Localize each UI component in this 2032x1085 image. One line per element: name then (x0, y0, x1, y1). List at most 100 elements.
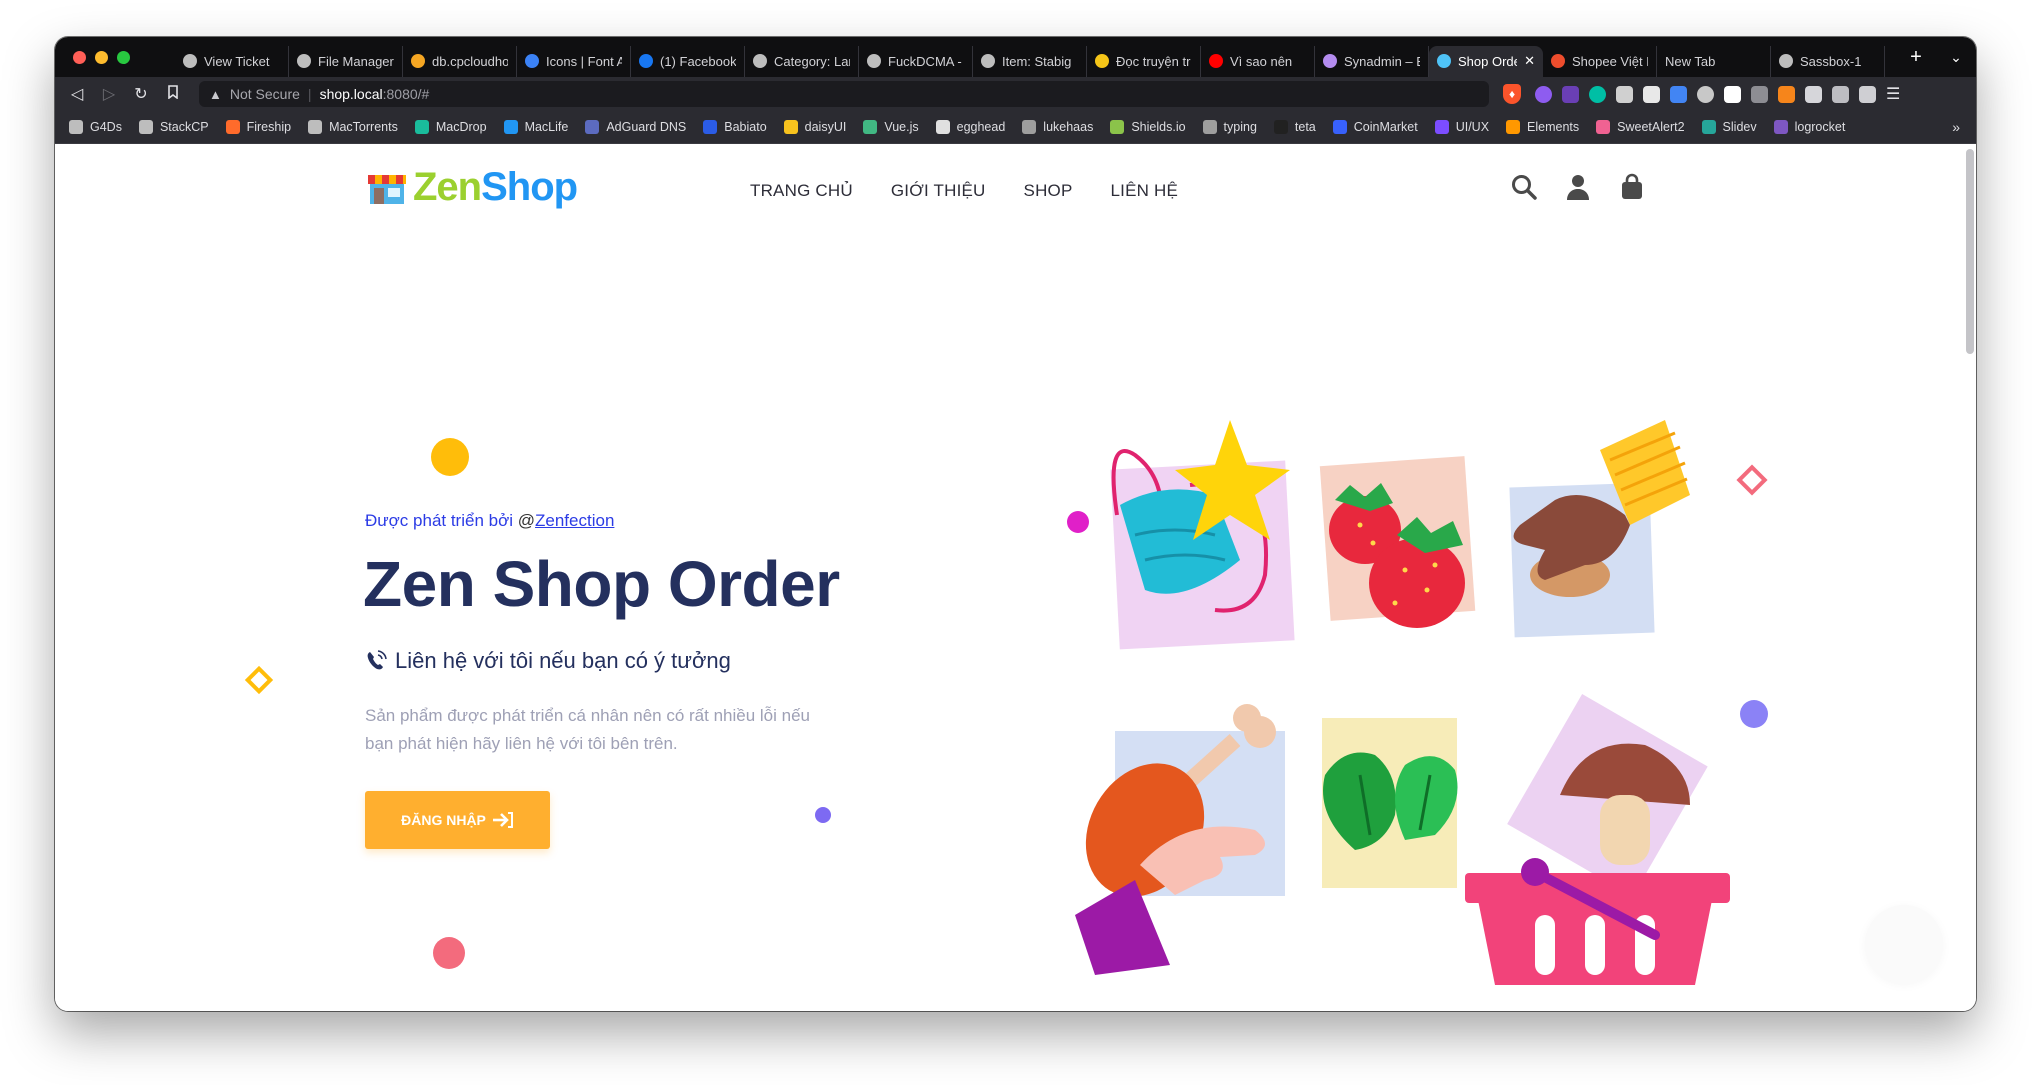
site-logo[interactable]: ZenShop (367, 165, 578, 210)
brave-shields-icon[interactable]: ♦ (1503, 84, 1521, 104)
address-bar[interactable]: ▲ Not Secure | shop.local:8080/# (199, 81, 1489, 107)
bookmark-item[interactable]: teta (1273, 120, 1316, 134)
youtube-icon (1209, 54, 1223, 68)
page-scrollbar[interactable] (1966, 149, 1974, 354)
tab-search-icon[interactable]: ⌄ (1936, 49, 1976, 66)
browser-tab[interactable]: Vì sao nên (1201, 45, 1315, 77)
contact-text: Liên hệ với tôi nếu bạn có ý tưởng (395, 648, 731, 673)
new-tab-button[interactable]: + (1896, 46, 1936, 69)
bookmark-item[interactable]: MacDrop (414, 120, 487, 134)
browser-tab[interactable]: Synadmin – E (1315, 45, 1429, 77)
menu-icon[interactable]: ☰ (1886, 84, 1900, 104)
bookmark-label: MacLife (524, 120, 569, 134)
tab-title: Vì sao nên (1230, 53, 1293, 69)
browser-tab[interactable]: (1) Facebook (631, 45, 745, 77)
tab-title: Shop Orde (1458, 53, 1518, 69)
extension-badge-icon[interactable] (1562, 85, 1579, 103)
back-button[interactable]: ◁ (61, 84, 93, 104)
nav-shop[interactable]: SHOP (1024, 181, 1073, 201)
n-icon (1095, 54, 1109, 68)
nav-contact[interactable]: LIÊN HỆ (1111, 181, 1179, 201)
bookmark-label: MacTorrents (329, 120, 398, 134)
bookmark-item[interactable]: Vue.js (863, 120, 919, 134)
extension-teal-icon[interactable] (1589, 85, 1606, 103)
extension-translate-icon[interactable] (1670, 85, 1687, 103)
extension-glasses-icon[interactable] (1697, 85, 1714, 103)
extension-bug-icon[interactable] (1751, 85, 1768, 103)
user-icon[interactable] (1564, 173, 1592, 201)
tab-title: Synadmin – E (1344, 53, 1420, 69)
bookmark-item[interactable]: Elements (1506, 120, 1579, 134)
bookmark-item[interactable]: UI/UX (1434, 120, 1490, 134)
bookmark-item[interactable]: MacTorrents (308, 120, 398, 134)
bookmark-label: Elements (1527, 120, 1580, 134)
bookmark-icon[interactable] (157, 84, 189, 104)
bookmark-item[interactable]: G4Ds (69, 120, 122, 134)
bookmarks-overflow-icon[interactable]: » (1952, 119, 1960, 135)
bookmark-item[interactable]: logrocket (1773, 120, 1845, 134)
wallet-icon[interactable] (1859, 85, 1876, 103)
browser-tab[interactable]: New Tab (1657, 45, 1771, 77)
bookmark-item[interactable]: lukehaas (1022, 120, 1093, 134)
reload-button[interactable]: ↻ (125, 84, 157, 104)
browser-tab[interactable]: FuckDCMA - (859, 45, 973, 77)
bookmark-item[interactable]: CoinMarket (1332, 120, 1418, 134)
globe-icon (1779, 54, 1793, 68)
extension-purple-icon[interactable] (1535, 85, 1552, 103)
browser-tab[interactable]: Item: Stabig (973, 45, 1087, 77)
browser-window: View Ticket File Manager db.cpcloudho Icons… (55, 37, 1976, 1011)
bookmark-favicon-icon (308, 120, 323, 134)
not-secure-label: Not Secure (229, 86, 300, 102)
bookmark-item[interactable]: daisyUI (783, 120, 846, 134)
login-arrow-icon (492, 812, 513, 828)
nav-about[interactable]: GIỚI THIỆU (891, 181, 986, 201)
decor-dot-violet-small (815, 807, 831, 823)
bookmark-item[interactable]: Shields.io (1110, 120, 1186, 134)
browser-tab[interactable]: Category: Lar (745, 45, 859, 77)
reading-list-icon[interactable] (1832, 85, 1849, 103)
zoom-window-button[interactable] (117, 50, 130, 64)
extensions-puzzle-icon[interactable] (1805, 85, 1822, 103)
globe-icon (297, 54, 311, 68)
bookmark-favicon-icon (414, 120, 429, 134)
minimize-window-button[interactable] (95, 50, 108, 64)
nav-home[interactable]: TRANG CHỦ (750, 181, 853, 201)
bookmark-favicon-icon (935, 120, 950, 134)
extension-v-icon[interactable] (1643, 85, 1660, 103)
browser-tab[interactable]: Shop Orde ✕ (1429, 45, 1543, 77)
forward-button[interactable]: ▷ (93, 84, 125, 104)
bookmark-item[interactable]: Babiato (703, 120, 767, 134)
bookmark-favicon-icon (703, 120, 718, 134)
credit-link[interactable]: Zenfection (535, 511, 614, 530)
browser-tab[interactable]: Sassbox-1 (1771, 45, 1885, 77)
bookmark-label: UI/UX (1455, 120, 1490, 134)
extension-grid-icon[interactable] (1616, 85, 1633, 103)
browser-tab[interactable]: File Manager (289, 45, 403, 77)
bookmark-item[interactable]: egghead (935, 120, 1005, 134)
close-window-button[interactable] (73, 50, 86, 64)
bookmark-label: Babiato (724, 120, 767, 134)
main-nav: TRANG CHỦ GIỚI THIỆU SHOP LIÊN HỆ (750, 181, 1178, 201)
browser-tab[interactable]: db.cpcloudho (403, 45, 517, 77)
bookmark-item[interactable]: typing (1202, 120, 1257, 134)
bookmark-item[interactable]: Fireship (225, 120, 291, 134)
header-actions (1510, 173, 1646, 201)
browser-tab[interactable]: Đọc truyện tr (1087, 45, 1201, 77)
login-button[interactable]: ĐĂNG NHẬP (365, 791, 550, 849)
extension-metamask-icon[interactable] (1778, 85, 1795, 103)
search-icon[interactable] (1510, 173, 1538, 201)
bookmark-item[interactable]: MacLife (503, 120, 569, 134)
bookmark-item[interactable]: Slidev (1701, 120, 1757, 134)
bookmark-item[interactable]: SweetAlert2 (1596, 120, 1685, 134)
cart-icon[interactable] (1618, 173, 1646, 201)
extension-pen-icon[interactable] (1724, 85, 1741, 103)
chat-widget[interactable] (1865, 905, 1943, 983)
browser-tab[interactable]: View Ticket (175, 45, 289, 77)
close-tab-icon[interactable]: ✕ (1524, 53, 1535, 69)
bookmark-item[interactable]: AdGuard DNS (585, 120, 686, 134)
traffic-lights (55, 50, 175, 64)
bookmark-item[interactable]: StackCP (138, 120, 209, 134)
address-separator: | (307, 86, 312, 102)
browser-tab[interactable]: Icons | Font A (517, 45, 631, 77)
browser-tab[interactable]: Shopee Việt N (1543, 45, 1657, 77)
